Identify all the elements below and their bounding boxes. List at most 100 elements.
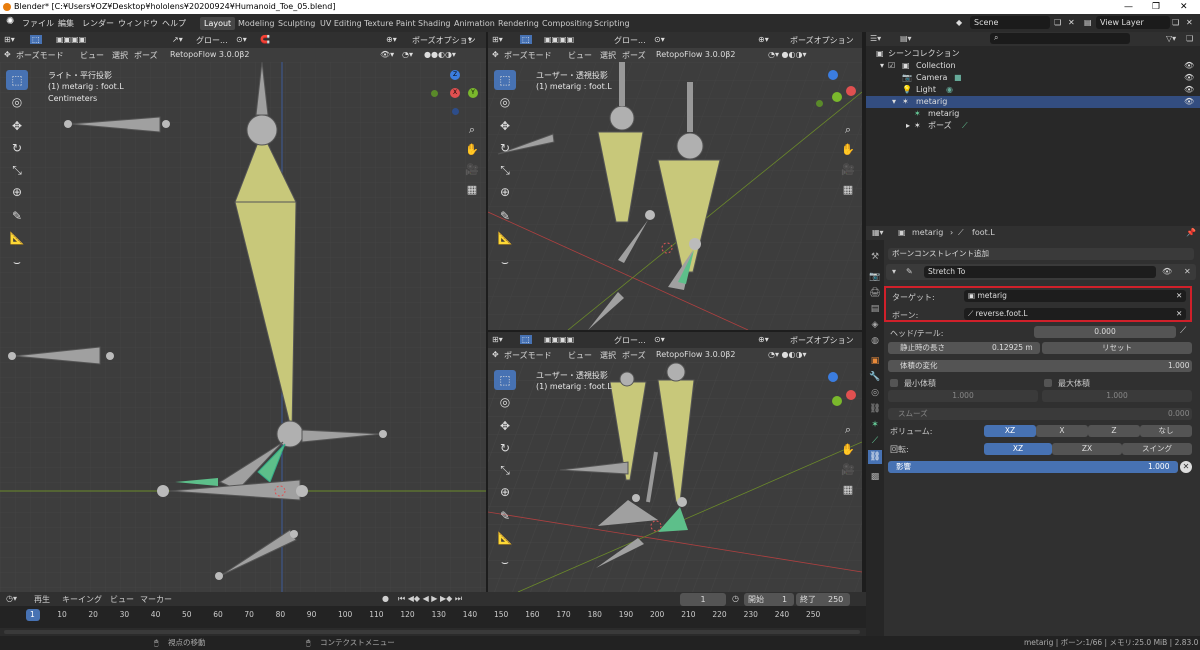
collapse-chevron-icon[interactable]: ▾: [892, 267, 896, 276]
menu-render[interactable]: レンダー: [82, 18, 114, 29]
select-mode-icons[interactable]: ▣▣▣▣: [544, 35, 574, 44]
bone-joint[interactable]: [215, 572, 223, 580]
editor-type-icon[interactable]: ⊞▾: [492, 35, 503, 44]
minimize-button[interactable]: —: [1124, 0, 1133, 14]
outliner-search-input[interactable]: ⌕: [990, 33, 1130, 44]
menu-select[interactable]: 選択: [600, 50, 616, 61]
outliner-editor-icon[interactable]: ☰▾: [870, 34, 881, 43]
select-box-icon[interactable]: ⬚: [520, 35, 532, 44]
view-layer-selector[interactable]: View Layer: [1096, 16, 1170, 29]
world-tab-icon[interactable]: ◍: [868, 334, 882, 348]
workspace-tab-scripting[interactable]: Scripting: [590, 17, 634, 30]
menu-edit[interactable]: 編集: [58, 18, 74, 29]
gizmo-y-axis[interactable]: Y: [468, 88, 478, 98]
start-frame-field[interactable]: 開始 1: [744, 593, 794, 606]
menu-view[interactable]: ビュー: [80, 50, 104, 61]
select-mode-icons[interactable]: ▣▣▣▣: [56, 35, 86, 44]
select-mode-icons[interactable]: ▣▣▣▣: [544, 335, 574, 344]
new-view-layer-icon[interactable]: ❏: [1172, 18, 1179, 27]
annotate-tool-icon[interactable]: ✎: [6, 206, 28, 226]
keying-menu[interactable]: キーイング: [62, 594, 102, 605]
gizmo-z-axis[interactable]: [828, 372, 838, 382]
overlay-icon[interactable]: ◔▾: [402, 50, 413, 59]
pose-options-dropdown[interactable]: ポーズオプション: [790, 335, 854, 346]
menu-view[interactable]: ビュー: [568, 350, 592, 361]
zoom-icon[interactable]: ⌕: [838, 120, 858, 140]
outliner-row[interactable]: 📷 Camera ■ 👁: [866, 72, 1200, 84]
cursor-tool-icon[interactable]: ◎: [494, 392, 516, 412]
select-box-icon[interactable]: ⬚: [520, 335, 532, 344]
add-bone-constraint-dropdown[interactable]: ボーンコンストレイント追加: [888, 248, 1194, 260]
maximize-button[interactable]: ❐: [1152, 0, 1160, 14]
scale-tool-icon[interactable]: ⤡: [6, 160, 28, 180]
navigation-gizmo[interactable]: [802, 68, 862, 128]
select-tool-icon[interactable]: ⬚: [494, 70, 516, 90]
transform-orientation-dropdown[interactable]: グロー...: [614, 335, 646, 346]
menu-pose[interactable]: ポーズ: [622, 50, 646, 61]
pan-hand-icon[interactable]: ✋: [838, 140, 858, 160]
checkbox-icon[interactable]: ☑: [888, 60, 895, 72]
use-bbone-shape-icon[interactable]: ⟋: [1180, 326, 1186, 336]
pan-hand-icon[interactable]: ✋: [462, 140, 482, 160]
volume-option-z[interactable]: Z: [1088, 425, 1140, 437]
scene-tab-icon[interactable]: ◈: [868, 318, 882, 332]
workspace-tab-modeling[interactable]: Modeling: [234, 17, 278, 30]
snap-icon[interactable]: 🧲: [260, 35, 270, 44]
bone-tool-icon[interactable]: ⌣: [494, 552, 516, 572]
outliner-row[interactable]: ▾ ☑ ▣ Collection 👁: [866, 60, 1200, 72]
end-frame-field[interactable]: 終了 250: [796, 593, 850, 606]
blender-menu-icon[interactable]: ✺: [6, 16, 14, 27]
rotate-tool-icon[interactable]: ↻: [494, 438, 516, 458]
workspace-tab-animation[interactable]: Animation: [450, 17, 499, 30]
delete-scene-icon[interactable]: ✕: [1068, 18, 1075, 27]
scale-tool-icon[interactable]: ⤡: [494, 460, 516, 480]
record-icon[interactable]: ●: [382, 594, 389, 603]
output-tab-icon[interactable]: 🖨: [868, 286, 882, 300]
physics-tab-icon[interactable]: ◎: [868, 386, 882, 400]
eye-icon[interactable]: 👁: [1184, 96, 1194, 108]
bone-joint[interactable]: [64, 120, 72, 128]
pose-options-dropdown[interactable]: ポーズオプション: [412, 35, 476, 46]
workspace-tab-rendering[interactable]: Rendering: [494, 17, 543, 30]
volume-min-checkbox[interactable]: [890, 379, 898, 387]
workspace-tab-texture-paint[interactable]: Texture Paint: [360, 17, 420, 30]
head-tail-slider[interactable]: 0.000: [1034, 326, 1176, 338]
mode-dropdown[interactable]: ポーズモード: [16, 50, 64, 61]
expand-icon[interactable]: ▾: [880, 60, 884, 72]
bone-tab-icon[interactable]: ⟋: [868, 434, 882, 448]
scale-tool-icon[interactable]: ⤡: [494, 160, 516, 180]
transform-tool-icon[interactable]: ⊕: [6, 182, 28, 202]
pin-icon[interactable]: 📌: [1186, 228, 1196, 237]
scene-selector[interactable]: Scene: [970, 16, 1050, 29]
new-scene-icon[interactable]: ❏: [1054, 18, 1061, 27]
volume-max-field[interactable]: 1.000: [1042, 390, 1192, 402]
mode-dropdown[interactable]: ポーズモード: [504, 350, 552, 361]
perspective-toggle-icon[interactable]: ▦: [838, 480, 858, 500]
menu-help[interactable]: ヘルプ: [162, 18, 186, 29]
new-collection-icon[interactable]: ❏: [1186, 34, 1193, 43]
cursor-tool-icon[interactable]: ◎: [6, 92, 28, 112]
menu-window[interactable]: ウィンドウ: [118, 18, 158, 29]
armature-data-tab-icon[interactable]: ✶: [868, 418, 882, 432]
bone-joint[interactable]: [106, 352, 114, 360]
gizmo-x-axis[interactable]: X: [450, 88, 460, 98]
workspace-tab-sculpting[interactable]: Sculpting: [274, 17, 319, 30]
zoom-icon[interactable]: ⌕: [838, 420, 858, 440]
disable-keep-temp-icon[interactable]: ✕: [1180, 461, 1192, 473]
expand-icon[interactable]: ▸: [906, 120, 910, 132]
navigation-gizmo[interactable]: [802, 368, 862, 428]
gizmo-neg-y[interactable]: [816, 100, 823, 107]
navigation-gizmo[interactable]: Z X Y: [426, 68, 486, 128]
transform-orientation-dropdown[interactable]: グロー...: [614, 35, 646, 46]
menu-pose[interactable]: ポーズ: [134, 50, 158, 61]
outliner-row[interactable]: 💡 Light ◉ 👁: [866, 84, 1200, 96]
viewport-right-ortho[interactable]: ⊞▾ ⬚ ▣▣▣▣ ↗▾ グロー... ⊙▾ 🧲 ⊕▾ ポーズオプション ▾ ✥…: [0, 32, 486, 592]
transform-tool-icon[interactable]: ⊕: [494, 182, 516, 202]
volume-min-field[interactable]: 1.000: [888, 390, 1038, 402]
clock-icon[interactable]: ◷: [732, 594, 739, 603]
shading-icons[interactable]: ◔▾ ●◐◑▾: [768, 350, 807, 359]
playback-controls-icons[interactable]: ⏮ ◀◆ ◀ ▶ ▶◆ ⏭: [398, 594, 462, 604]
outliner-row[interactable]: ▸ ✶ ポーズ ⟋: [866, 120, 1200, 132]
smooth-field[interactable]: スムーズ 0.000: [888, 408, 1192, 420]
retopoflow-menu[interactable]: RetopoFlow 3.0.0β2: [170, 50, 249, 59]
